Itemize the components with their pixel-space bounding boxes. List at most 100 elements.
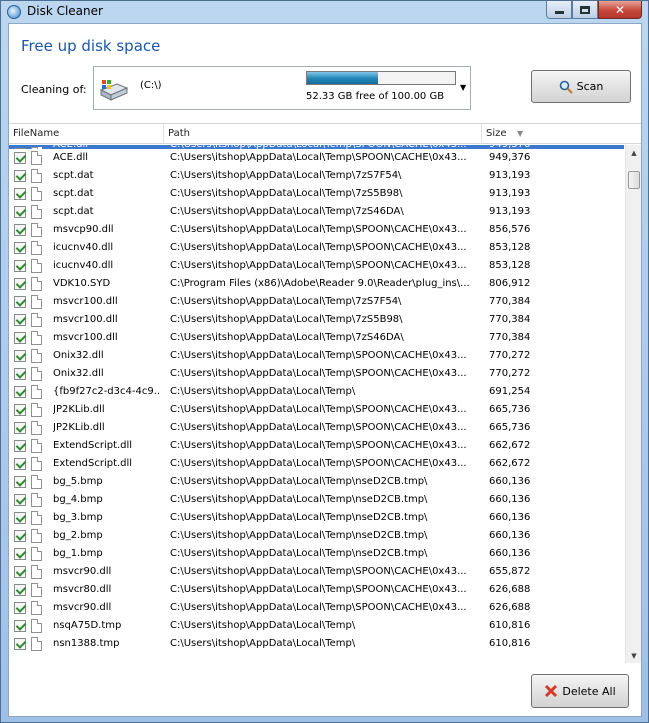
- scan-button[interactable]: Scan: [531, 70, 631, 103]
- file-icon: [31, 403, 42, 417]
- table-row[interactable]: JP2KLib.dll C:\Users\itshop\AppData\Local…: [9, 419, 624, 437]
- row-checkbox[interactable]: [14, 602, 26, 614]
- scroll-up-arrow-icon[interactable]: ▲: [626, 145, 641, 161]
- delete-all-button[interactable]: Delete All: [531, 674, 629, 708]
- table-row[interactable]: msvcr100.dll C:\Users\itshop\AppData\Loca…: [9, 311, 624, 329]
- file-size: 660,136: [489, 494, 531, 505]
- file-size: 853,128: [489, 260, 531, 271]
- table-row[interactable]: msvcr90.dll C:\Users\itshop\AppData\Local…: [9, 599, 624, 617]
- table-row[interactable]: scpt.dat C:\Users\itshop\AppData\Local\Te…: [9, 203, 624, 221]
- row-checkbox[interactable]: [14, 638, 26, 650]
- row-checkbox[interactable]: [14, 566, 26, 578]
- row-checkbox[interactable]: [14, 440, 26, 452]
- row-checkbox[interactable]: [14, 422, 26, 434]
- table-row[interactable]: bg_5.bmp C:\Users\itshop\AppData\Local\Te…: [9, 473, 624, 491]
- row-checkbox[interactable]: [14, 314, 26, 326]
- table-row[interactable]: scpt.dat C:\Users\itshop\AppData\Local\Te…: [9, 185, 624, 203]
- file-name: ACE.dll: [53, 152, 89, 163]
- row-checkbox[interactable]: [14, 350, 26, 362]
- table-row[interactable]: Onix32.dll C:\Users\itshop\AppData\Local\…: [9, 365, 624, 383]
- row-checkbox[interactable]: [14, 548, 26, 560]
- file-size: 662,672: [489, 458, 531, 469]
- file-icon: [31, 619, 42, 633]
- scroll-down-arrow-icon[interactable]: ▼: [626, 648, 641, 663]
- row-checkbox[interactable]: [14, 476, 26, 488]
- row-checkbox[interactable]: [14, 152, 26, 164]
- table-row[interactable]: msvcr100.dll C:\Users\itshop\AppData\Loca…: [9, 329, 624, 347]
- row-checkbox[interactable]: [14, 584, 26, 596]
- file-size: 949,376: [489, 152, 531, 163]
- table-row[interactable]: VDK10.SYD C:\Program Files (x86)\Adobe\Re…: [9, 275, 624, 293]
- row-checkbox[interactable]: [14, 242, 26, 254]
- file-icon: [31, 583, 42, 597]
- column-header-size[interactable]: Size ▼: [482, 124, 624, 144]
- row-checkbox[interactable]: [14, 296, 26, 308]
- table-row[interactable]: icucnv40.dll C:\Users\itshop\AppData\Loca…: [9, 257, 624, 275]
- row-checkbox[interactable]: [14, 530, 26, 542]
- title-bar[interactable]: Disk Cleaner ✕: [1, 1, 648, 23]
- row-checkbox[interactable]: [14, 404, 26, 416]
- file-name: msvcr90.dll: [53, 602, 112, 613]
- file-path: C:\Program Files (x86)\Adobe\Reader 9.0\…: [170, 278, 470, 289]
- disk-cleaner-window: Disk Cleaner ✕ Free up disk space Cleani…: [0, 0, 649, 723]
- column-header-path[interactable]: Path: [164, 124, 482, 144]
- table-row[interactable]: icucnv40.dll C:\Users\itshop\AppData\Loca…: [9, 239, 624, 257]
- file-icon: [31, 421, 42, 435]
- scrollbar-thumb[interactable]: [628, 171, 640, 189]
- drive-selector[interactable]: (C:\) 52.33 GB free of 100.00 GB ▼: [93, 66, 471, 110]
- hard-drive-icon: [99, 80, 129, 101]
- table-row[interactable]: ExtendScript.dll C:\Users\itshop\AppData\…: [9, 437, 624, 455]
- row-checkbox[interactable]: [14, 170, 26, 182]
- table-row[interactable]: msvcr80.dll C:\Users\itshop\AppData\Local…: [9, 581, 624, 599]
- chevron-down-icon[interactable]: ▼: [460, 83, 466, 92]
- row-checkbox[interactable]: [14, 458, 26, 470]
- row-checkbox[interactable]: [14, 494, 26, 506]
- row-checkbox[interactable]: [14, 260, 26, 272]
- row-checkbox[interactable]: [14, 278, 26, 290]
- file-path: C:\Users\itshop\AppData\Local\Temp\SPOON…: [170, 440, 467, 451]
- vertical-scrollbar[interactable]: ▲ ▼: [625, 145, 641, 663]
- minimize-button[interactable]: [546, 1, 572, 19]
- table-row[interactable]: bg_1.bmp C:\Users\itshop\AppData\Local\Te…: [9, 545, 624, 563]
- free-space-text: 52.33 GB free of 100.00 GB: [306, 91, 445, 102]
- row-checkbox[interactable]: [14, 620, 26, 632]
- table-row[interactable]: nsn1388.tmp C:\Users\itshop\AppData\Local…: [9, 635, 624, 653]
- file-name: bg_4.bmp: [53, 494, 103, 505]
- close-button[interactable]: ✕: [598, 1, 642, 19]
- row-checkbox[interactable]: [14, 206, 26, 218]
- table-row[interactable]: ExtendScript.dll C:\Users\itshop\AppData\…: [9, 455, 624, 473]
- row-checkbox[interactable]: [14, 512, 26, 524]
- table-row[interactable]: bg_2.bmp C:\Users\itshop\AppData\Local\Te…: [9, 527, 624, 545]
- row-checkbox[interactable]: [14, 332, 26, 344]
- row-checkbox[interactable]: [14, 386, 26, 398]
- file-icon: [31, 511, 42, 525]
- cleaning-label: Cleaning of:: [21, 83, 87, 96]
- file-name: nsn1388.tmp: [53, 638, 120, 649]
- table-row[interactable]: Onix32.dll C:\Users\itshop\AppData\Local\…: [9, 347, 624, 365]
- file-icon: [31, 241, 42, 255]
- row-checkbox[interactable]: [14, 188, 26, 200]
- maximize-button[interactable]: [572, 1, 598, 19]
- table-row[interactable]: JP2KLib.dll C:\Users\itshop\AppData\Local…: [9, 401, 624, 419]
- file-icon: [31, 259, 42, 273]
- table-row[interactable]: nsqA75D.tmp C:\Users\itshop\AppData\Local…: [9, 617, 624, 635]
- file-path: C:\Users\itshop\AppData\Local\Temp\7zS46…: [170, 206, 404, 217]
- file-size: 770,384: [489, 296, 531, 307]
- table-row[interactable]: {fb9f27c2-d3c4-4c9... C:\Users\itshop\App…: [9, 383, 624, 401]
- file-name: Onix32.dll: [53, 350, 104, 361]
- table-row[interactable]: bg_3.bmp C:\Users\itshop\AppData\Local\Te…: [9, 509, 624, 527]
- row-checkbox[interactable]: [14, 224, 26, 236]
- sort-descending-icon: ▼: [517, 129, 524, 138]
- file-icon: [31, 349, 42, 363]
- file-size: 853,128: [489, 242, 531, 253]
- table-row[interactable]: msvcp90.dll C:\Users\itshop\AppData\Local…: [9, 221, 624, 239]
- row-checkbox[interactable]: [14, 368, 26, 380]
- file-name: icucnv40.dll: [53, 260, 114, 271]
- column-header-filename[interactable]: FileName: [9, 124, 164, 144]
- table-row[interactable]: msvcr100.dll C:\Users\itshop\AppData\Loca…: [9, 293, 624, 311]
- table-row[interactable]: scpt.dat C:\Users\itshop\AppData\Local\Te…: [9, 167, 624, 185]
- table-row[interactable]: ACE.dll C:\Users\itshop\AppData\Local\Tem…: [9, 149, 624, 167]
- table-row[interactable]: bg_4.bmp C:\Users\itshop\AppData\Local\Te…: [9, 491, 624, 509]
- table-row[interactable]: msvcr90.dll C:\Users\itshop\AppData\Local…: [9, 563, 624, 581]
- file-name: msvcr90.dll: [53, 566, 112, 577]
